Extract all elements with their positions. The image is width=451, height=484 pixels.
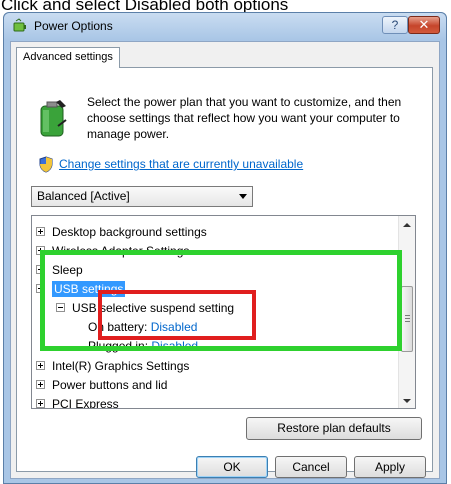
- tree-item-desktop-background[interactable]: Desktop background settings: [36, 223, 207, 241]
- scroll-thumb[interactable]: [401, 286, 413, 352]
- restore-plan-defaults-button[interactable]: Restore plan defaults: [246, 417, 422, 440]
- tree-item-sleep[interactable]: Sleep: [36, 261, 83, 279]
- tree-item-plugged-in[interactable]: Plugged in: Disabled: [88, 337, 198, 355]
- expand-icon[interactable]: [36, 380, 45, 390]
- grip-line: [405, 318, 410, 319]
- battery-plug-icon: [40, 100, 67, 137]
- collapse-icon[interactable]: [36, 284, 45, 294]
- expand-icon[interactable]: [36, 361, 45, 371]
- help-button[interactable]: ?: [382, 16, 408, 34]
- tree-item-usb-selective-suspend[interactable]: USB selective suspend setting: [56, 299, 234, 317]
- settings-tree[interactable]: Desktop background settings Wireless Ada…: [31, 215, 416, 409]
- scroll-up-arrow-icon[interactable]: [403, 223, 411, 227]
- tree-item-power-buttons[interactable]: Power buttons and lid: [36, 376, 167, 394]
- on-battery-label: On battery:: [88, 320, 148, 334]
- tree-item-intel-graphics[interactable]: Intel(R) Graphics Settings: [36, 357, 189, 375]
- intro-text: Select the power plan that you want to c…: [87, 95, 402, 141]
- plugged-in-label: Plugged in:: [88, 339, 149, 353]
- tree-item-usb-settings[interactable]: USB settings: [36, 280, 126, 298]
- grip-line: [405, 315, 410, 316]
- apply-button[interactable]: Apply: [354, 456, 426, 478]
- power-plan-select[interactable]: Balanced [Active]: [31, 186, 253, 207]
- tree-scrollbar[interactable]: [398, 216, 415, 408]
- tab-advanced-settings[interactable]: Advanced settings: [16, 47, 120, 68]
- expand-icon[interactable]: [36, 399, 45, 408]
- chevron-down-icon: [239, 194, 247, 199]
- power-plan-value: Balanced [Active]: [37, 189, 130, 203]
- collapse-icon[interactable]: [56, 303, 65, 313]
- grip-line: [405, 321, 410, 322]
- expand-icon[interactable]: [36, 246, 45, 256]
- change-settings-link[interactable]: Change settings that are currently unava…: [59, 157, 303, 171]
- tree-item-wireless-adapter[interactable]: Wireless Adapter Settings: [36, 242, 189, 260]
- cancel-button[interactable]: Cancel: [275, 456, 347, 478]
- title-bar[interactable]: Power Options ? ✕: [4, 13, 446, 40]
- dialog-client-area: Advanced settings Select the power plan …: [10, 41, 440, 479]
- tree-item-on-battery[interactable]: On battery: Disabled: [88, 318, 197, 336]
- scroll-down-arrow-icon[interactable]: [403, 399, 411, 403]
- on-battery-value[interactable]: Disabled: [151, 320, 198, 334]
- window-title: Power Options: [34, 19, 113, 33]
- expand-icon[interactable]: [36, 227, 45, 237]
- settings-tree-content: Desktop background settings Wireless Ada…: [32, 216, 398, 408]
- advanced-settings-panel: Select the power plan that you want to c…: [16, 67, 433, 472]
- plugged-in-value[interactable]: Disabled: [151, 339, 198, 353]
- ok-button[interactable]: OK: [196, 456, 268, 478]
- shield-icon: [39, 156, 53, 173]
- power-options-icon: [13, 18, 26, 32]
- close-button[interactable]: ✕: [408, 16, 440, 34]
- expand-icon[interactable]: [36, 265, 45, 275]
- tree-item-pci-express[interactable]: PCI Express: [36, 395, 119, 408]
- power-options-dialog: Power Options ? ✕ Advanced settings Sele…: [3, 12, 447, 484]
